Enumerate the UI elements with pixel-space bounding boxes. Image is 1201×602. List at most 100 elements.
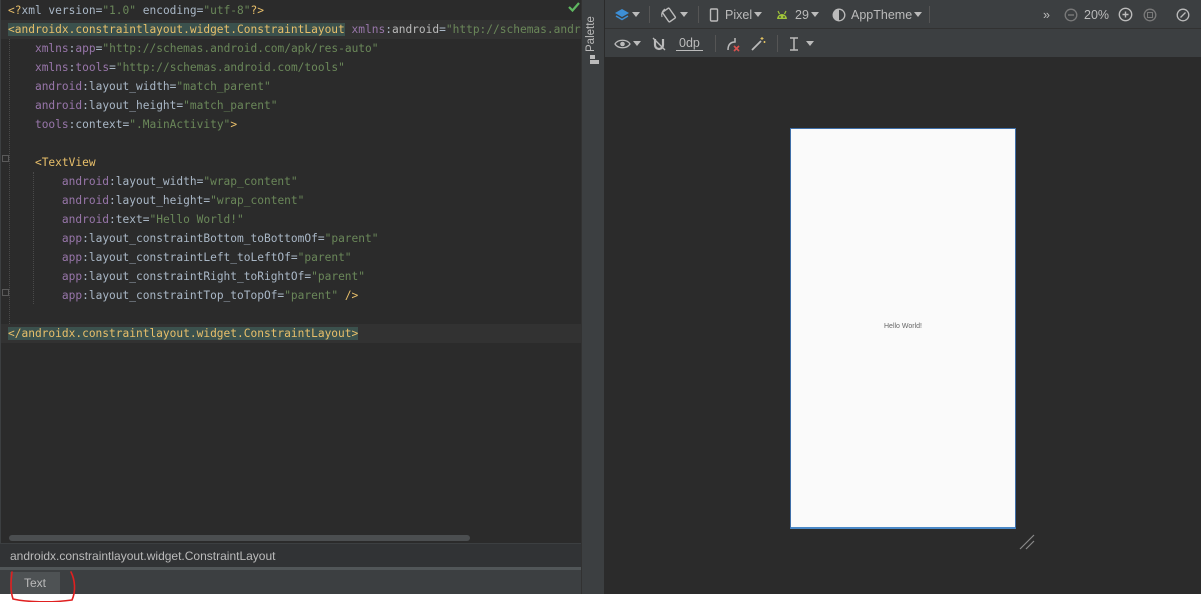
code-token: "parent" [284, 289, 339, 302]
code-token: :layout_constraintBottom_toBottomOf= [82, 232, 325, 245]
horizontal-scrollbar[interactable] [9, 535, 470, 541]
design-canvas[interactable]: Hello World! [605, 58, 1201, 594]
hello-world-textview[interactable]: Hello World! [791, 323, 1015, 330]
guidelines-dropdown[interactable] [787, 29, 814, 58]
zoom-fit-icon [1143, 8, 1157, 21]
more-actions-button[interactable]: » [1043, 0, 1050, 29]
code-line[interactable]: android:layout_width="wrap_content" [1, 172, 581, 191]
layers-icon [615, 8, 629, 20]
breadcrumb[interactable]: androidx.constraintlayout.widget.Constra… [0, 543, 581, 567]
code-token: xmlns [351, 23, 386, 36]
code-line[interactable]: xmlns:app="http://schemas.android.com/ap… [1, 39, 581, 58]
zoom-to-fit-button[interactable] [1143, 0, 1157, 29]
phone-icon [709, 7, 719, 22]
code-token: <TextView [34, 156, 96, 169]
code-token: :layout_height= [109, 194, 211, 207]
code-line[interactable]: android:layout_width="match_parent" [1, 77, 581, 96]
check-icon [568, 2, 580, 13]
code-line[interactable]: android:layout_height="wrap_content" [1, 191, 581, 210]
resize-handle-icon[interactable] [1017, 532, 1037, 552]
design-toolbar-top: Pixel 29 AppTheme » 20% [605, 0, 1201, 29]
tab-text[interactable]: Text [10, 572, 60, 594]
default-margin-button[interactable]: 0dp [676, 29, 703, 58]
theme-label: AppTheme [851, 7, 913, 22]
code-line[interactable] [1, 305, 581, 324]
code-token: app [75, 42, 96, 55]
code-token: :layout_constraintLeft_toLeftOf= [82, 251, 298, 264]
code-line[interactable]: app:layout_constraintLeft_toLeftOf="pare… [1, 248, 581, 267]
code-token: "utf-8" [203, 4, 251, 17]
android-icon [777, 10, 787, 19]
settings-icon [1176, 8, 1190, 21]
code-token: = [439, 23, 446, 36]
code-token: app [61, 289, 83, 302]
code-token: android [61, 194, 110, 207]
code-token: :context= [68, 118, 130, 131]
code-line[interactable]: xmlns:tools="http://schemas.android.com/… [1, 58, 581, 77]
layers-dropdown[interactable] [614, 0, 640, 29]
code-line[interactable]: app:layout_constraintRight_toRightOf="pa… [1, 267, 581, 286]
code-token: :text= [109, 213, 150, 226]
autoconnect-toggle[interactable] [651, 29, 667, 58]
api-level-dropdown[interactable]: 29 [775, 0, 819, 29]
xml-code-editor[interactable]: <?xml version="1.0" encoding="utf-8"?> <a… [0, 0, 581, 543]
clear-constraints-icon [727, 37, 740, 52]
code-token: "http://schemas.android.com/apk/res-auto… [102, 42, 379, 55]
code-token: "http://schemas.android.com/tools" [115, 61, 345, 74]
code-token: :layout_height= [82, 99, 184, 112]
code-line[interactable]: app:layout_constraintTop_toTopOf="parent… [1, 286, 581, 305]
editor-tab-strip: Text [0, 567, 581, 594]
zoom-in-icon [1118, 7, 1133, 22]
design-toolbar-bottom: 0dp [605, 29, 1201, 58]
panel-settings-button[interactable] [1176, 0, 1190, 29]
code-token: "match_parent" [183, 99, 278, 112]
code-token: "parent" [311, 270, 366, 283]
code-line[interactable]: </androidx.constraintlayout.widget.Const… [1, 324, 581, 343]
code-token: = [109, 61, 116, 74]
code-token: "http://schemas.android.com/apk/res/andr… [445, 23, 581, 36]
code-line[interactable]: android:layout_height="match_parent" [1, 96, 581, 115]
code-token: :layout_constraintRight_toRightOf= [82, 270, 312, 283]
orientation-dropdown[interactable] [660, 0, 688, 29]
view-options-dropdown[interactable] [614, 29, 641, 58]
magnet-icon [652, 37, 666, 50]
code-line[interactable]: tools:context=".MainActivity"> [1, 115, 581, 134]
code-token: encoding= [136, 4, 204, 17]
code-line[interactable]: <TextView [1, 153, 581, 172]
palette-label[interactable]: Palette [585, 16, 597, 52]
clear-constraints-button[interactable] [725, 29, 741, 58]
code-line[interactable]: android:text="Hello World!" [1, 210, 581, 229]
code-lines[interactable]: <?xml version="1.0" encoding="utf-8"?> <a… [1, 1, 581, 343]
code-line[interactable]: <?xml version="1.0" encoding="utf-8"?> [1, 1, 581, 20]
zoom-in-button[interactable] [1118, 0, 1133, 29]
code-line[interactable]: <androidx.constraintlayout.widget.Constr… [1, 20, 581, 39]
palette-sidebar[interactable]: Palette [581, 0, 605, 594]
code-token: </androidx.constraintlayout.widget.Const… [8, 327, 359, 340]
code-token: "parent" [297, 251, 352, 264]
code-token: ?> [250, 4, 264, 17]
code-token: ".MainActivity" [129, 118, 231, 131]
code-token: :layout_constraintTop_toTopOf= [82, 289, 285, 302]
device-preview[interactable]: Hello World! [790, 128, 1016, 529]
zoom-level: 20% [1084, 7, 1110, 22]
infer-constraints-button[interactable] [750, 29, 766, 58]
zoom-out-button[interactable] [1064, 0, 1078, 29]
code-line[interactable] [1, 134, 581, 153]
theme-dropdown[interactable]: AppTheme [832, 0, 923, 29]
chevron-double-right-icon: » [1043, 7, 1050, 22]
device-dropdown[interactable]: Pixel [709, 0, 763, 29]
code-token: "Hello World!" [149, 213, 244, 226]
code-line[interactable]: app:layout_constraintBottom_toBottomOf="… [1, 229, 581, 248]
device-label: Pixel [725, 7, 753, 22]
margin-value: 0dp [676, 36, 703, 51]
